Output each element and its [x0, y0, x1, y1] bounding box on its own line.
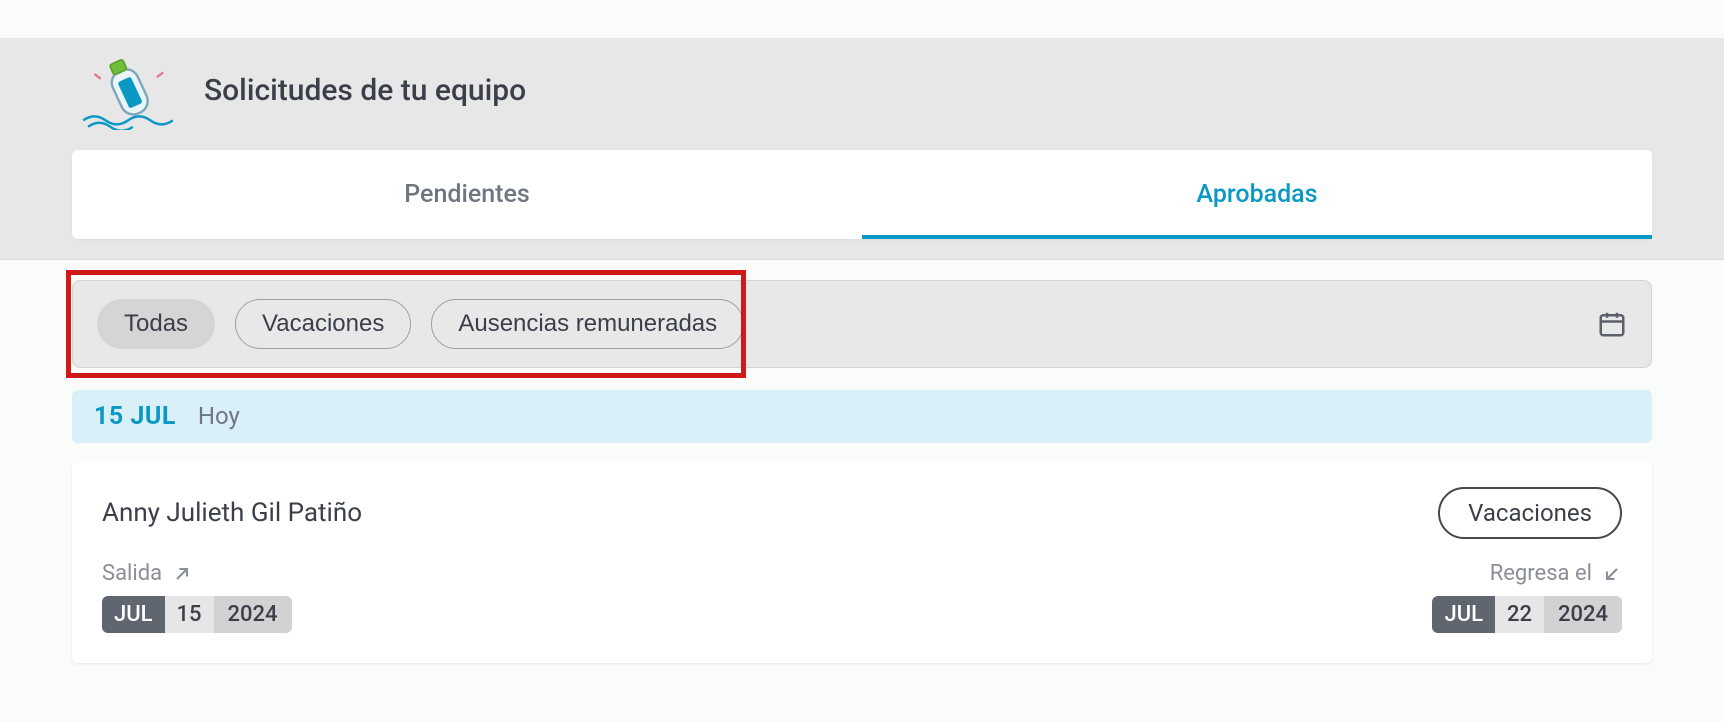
tab-pending[interactable]: Pendientes — [72, 150, 862, 239]
departure-date-pill: JUL 15 2024 — [102, 596, 292, 633]
return-label-row: Regresa el — [1432, 561, 1622, 586]
arrow-down-left-icon — [1602, 564, 1622, 584]
date-group-date: 15 JUL — [94, 402, 176, 431]
return-year: 2024 — [1544, 596, 1622, 633]
return-block: Regresa el JUL 22 2024 — [1432, 561, 1622, 633]
return-label: Regresa el — [1490, 561, 1592, 586]
requester-name: Anny Julieth Gil Patiño — [102, 498, 362, 528]
calendar-icon[interactable] — [1597, 309, 1627, 339]
filter-chip-vacations[interactable]: Vacaciones — [235, 299, 411, 349]
tabs-container: Pendientes Aprobadas — [72, 150, 1652, 239]
date-group-header: 15 JUL Hoy — [72, 390, 1652, 443]
arrow-up-right-icon — [172, 564, 192, 584]
filter-bar-wrapper: Todas Vacaciones Ausencias remuneradas — [72, 280, 1652, 368]
departure-label-row: Salida — [102, 561, 292, 586]
return-day: 22 — [1495, 596, 1544, 633]
tab-approved[interactable]: Aprobadas — [862, 150, 1652, 239]
message-bottle-icon — [80, 50, 176, 130]
top-spacer — [0, 0, 1724, 38]
return-month: JUL — [1432, 596, 1495, 633]
request-card-header: Anny Julieth Gil Patiño Vacaciones — [102, 487, 1622, 539]
filter-bar: Todas Vacaciones Ausencias remuneradas — [72, 280, 1652, 368]
departure-block: Salida JUL 15 2024 — [102, 561, 292, 633]
filter-chip-paid-absences[interactable]: Ausencias remuneradas — [431, 299, 744, 349]
return-date-pill: JUL 22 2024 — [1432, 596, 1622, 633]
departure-year: 2024 — [214, 596, 292, 633]
date-group-label: Hoy — [198, 402, 240, 430]
request-card[interactable]: Anny Julieth Gil Patiño Vacaciones Salid… — [72, 461, 1652, 663]
request-dates-row: Salida JUL 15 2024 Regresa el — [102, 561, 1622, 633]
departure-day: 15 — [165, 596, 214, 633]
departure-month: JUL — [102, 596, 165, 633]
filter-chip-all[interactable]: Todas — [97, 299, 215, 349]
departure-label: Salida — [102, 561, 162, 586]
request-type-badge: Vacaciones — [1438, 487, 1622, 539]
content-area: Todas Vacaciones Ausencias remuneradas 1… — [0, 260, 1724, 663]
page-header-container: Solicitudes de tu equipo Pendientes Apro… — [0, 38, 1724, 259]
header-section: Solicitudes de tu equipo — [0, 38, 1724, 150]
page-title: Solicitudes de tu equipo — [204, 73, 526, 108]
filter-chips: Todas Vacaciones Ausencias remuneradas — [97, 299, 744, 349]
